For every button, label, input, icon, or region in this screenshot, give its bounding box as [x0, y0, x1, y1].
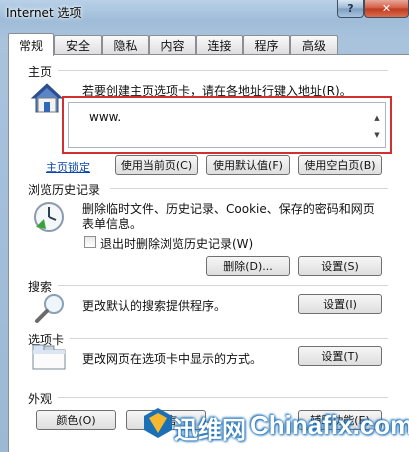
tab-advanced[interactable]: 高级	[290, 35, 338, 55]
search-settings-button[interactable]: 设置(I)	[298, 294, 382, 314]
tabs-description: 更改网页在选项卡中显示的方式。	[82, 352, 263, 366]
use-current-button[interactable]: 使用当前页(C)	[115, 155, 198, 175]
magnifier-icon	[35, 294, 64, 323]
colors-button[interactable]: 颜色(O)	[36, 410, 116, 430]
use-default-button[interactable]: 使用默认值(F)	[206, 155, 290, 175]
home-group-divider	[58, 70, 388, 71]
help-button[interactable]: ?	[337, 0, 364, 18]
delete-history-button[interactable]: 删除(D)...	[206, 256, 290, 276]
search-group-divider	[58, 285, 388, 286]
tabs-group-divider	[70, 338, 388, 339]
history-group-title: 浏览历史记录	[28, 181, 105, 198]
search-description: 更改默认的搜索提供程序。	[82, 299, 227, 313]
home-url-value: www.	[89, 110, 122, 124]
home-lock-link[interactable]: 主页锁定	[46, 159, 90, 175]
home-icon	[30, 83, 64, 113]
tabs-window-icon	[32, 344, 66, 370]
delete-on-exit-checkbox[interactable]	[84, 236, 96, 248]
accessibility-button[interactable]: 辅助功能(E)	[298, 410, 382, 430]
history-group-divider	[110, 188, 388, 189]
title-bar[interactable]: Internet 选项 ? ✕	[0, 0, 409, 30]
scroll-up-arrow-icon[interactable]: ▲	[372, 113, 382, 123]
languages-button[interactable]: 语言	[126, 410, 206, 430]
appearance-group-divider	[58, 397, 388, 398]
history-description-line2: 表单信息。	[82, 217, 143, 231]
tab-content[interactable]: 内容	[149, 35, 196, 55]
tabs-settings-button[interactable]: 设置(T)	[298, 346, 382, 366]
tab-security[interactable]: 安全	[54, 35, 102, 55]
window-title: Internet 选项	[6, 6, 82, 20]
use-blank-button[interactable]: 使用空白页(B)	[298, 155, 382, 175]
delete-on-exit-label: 退出时删除浏览历史记录(W)	[100, 237, 254, 251]
tab-general[interactable]: 常规	[8, 33, 54, 56]
history-clock-icon	[34, 202, 64, 232]
home-url-highlight: www. ▲ ▼	[62, 96, 392, 154]
scroll-down-arrow-icon[interactable]: ▼	[372, 130, 382, 140]
home-group-title: 主页	[28, 63, 57, 80]
tab-programs[interactable]: 程序	[243, 35, 290, 55]
tab-privacy[interactable]: 隐私	[102, 35, 149, 55]
appearance-group-title: 外观	[28, 390, 57, 407]
home-url-input[interactable]: www. ▲ ▼	[68, 102, 386, 148]
history-settings-button[interactable]: 设置(S)	[298, 256, 382, 276]
tab-connections[interactable]: 连接	[196, 35, 243, 55]
close-button[interactable]: ✕	[364, 0, 409, 18]
